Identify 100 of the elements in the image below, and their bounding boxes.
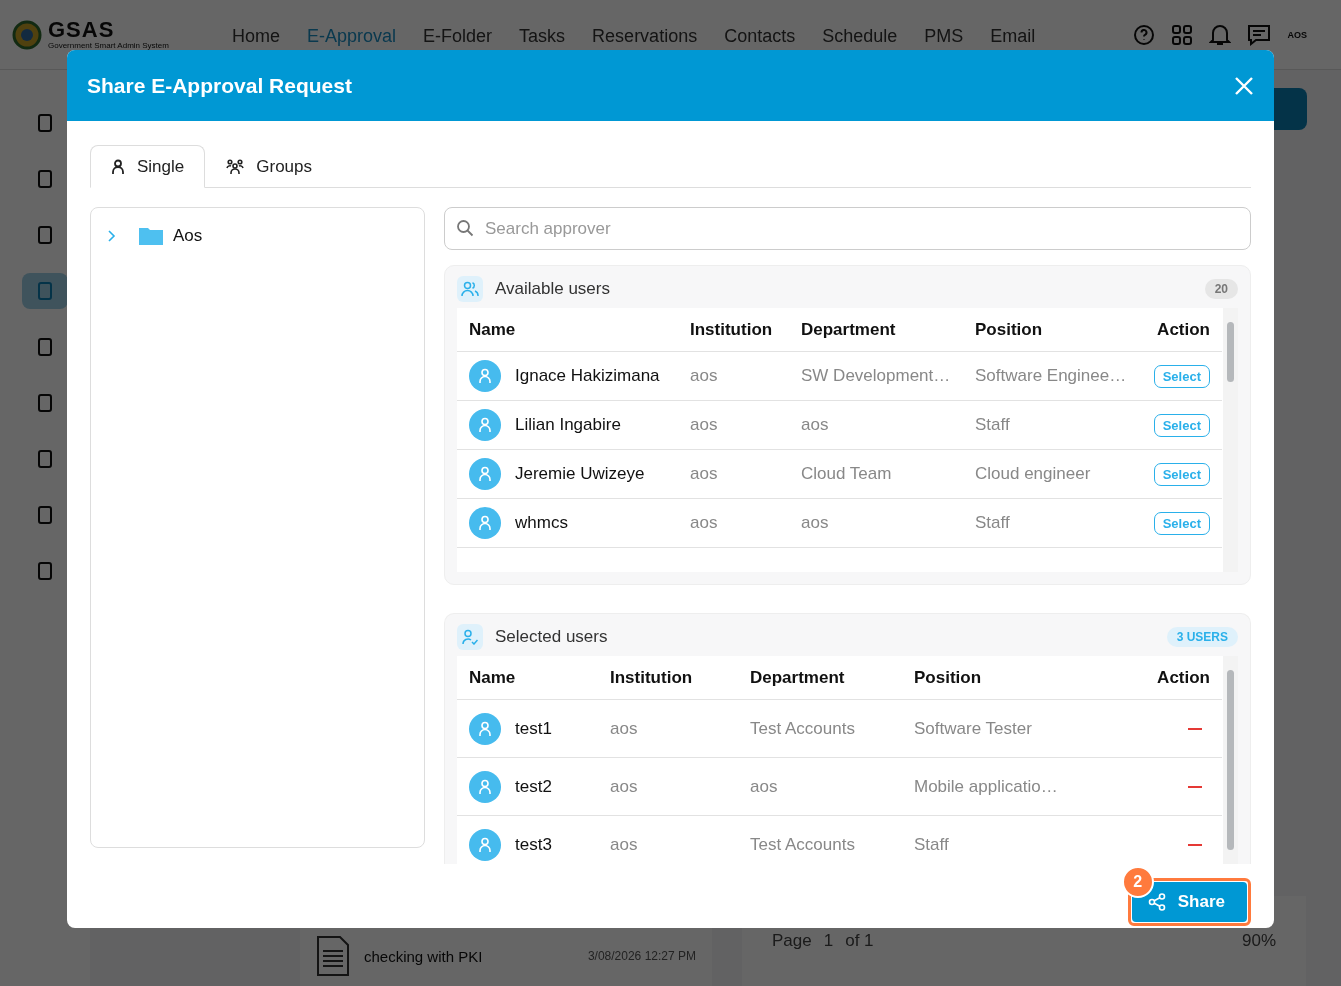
avatar-icon	[469, 712, 501, 745]
document-icon	[35, 449, 55, 469]
table-cell: Mobile applicatio…	[902, 757, 1136, 816]
avatar-icon	[469, 360, 501, 392]
column-header: Name	[457, 656, 598, 700]
emblem-icon	[12, 19, 42, 50]
share-icon	[1147, 893, 1166, 911]
nav-link[interactable]: Home	[232, 26, 280, 47]
pager-total: of 1	[845, 931, 874, 951]
document-icon	[35, 505, 55, 525]
table-cell: aos	[738, 757, 902, 816]
nav-link[interactable]: Email	[990, 26, 1036, 47]
pager-label: Page	[772, 931, 812, 951]
document-icon	[316, 935, 350, 977]
document-icon	[35, 169, 55, 189]
users-icon	[461, 281, 479, 297]
document-icon	[35, 113, 55, 133]
nav-link[interactable]: Schedule	[822, 26, 898, 47]
bell-icon[interactable]	[1209, 22, 1232, 47]
avatar-icon	[469, 507, 501, 539]
logo-subtitle: Government Smart Admin System	[48, 41, 169, 50]
user-check-icon	[462, 629, 478, 645]
person-icon	[111, 158, 125, 175]
tab[interactable]: Single	[90, 145, 206, 188]
scrollbar[interactable]	[1223, 656, 1238, 864]
table-cell: Staff	[963, 498, 1140, 548]
document-date: 3/08/2026 12:27 PM	[587, 949, 696, 963]
document-title: checking with PKI	[364, 947, 483, 965]
help-icon[interactable]	[1133, 23, 1156, 46]
table-cell: aos	[678, 498, 789, 548]
close-icon[interactable]	[1234, 75, 1254, 96]
column-header: Action	[1136, 656, 1222, 700]
document-icon	[35, 393, 55, 413]
search-field[interactable]: Search approver	[444, 207, 1251, 250]
table-cell: Software Enginee…	[963, 351, 1140, 401]
scrollbar[interactable]	[1223, 308, 1238, 572]
column-header: Name	[457, 308, 678, 352]
column-header: Position	[963, 308, 1140, 352]
tree-item[interactable]: Aos	[107, 226, 408, 246]
document-icon	[35, 225, 55, 245]
avatar-icon	[469, 828, 501, 861]
table-cell: Test Accounts	[738, 699, 902, 758]
column-header: Department	[789, 308, 963, 352]
avatar-icon	[469, 409, 501, 441]
table-cell: aos	[678, 449, 789, 499]
nav-link[interactable]: E-Approval	[307, 26, 397, 47]
table-cell: Cloud engineer	[963, 449, 1140, 499]
user-name: whmcs	[515, 513, 568, 533]
grid-icon[interactable]	[1171, 23, 1194, 46]
table-cell: aos	[678, 400, 789, 450]
user-name: test2	[515, 776, 552, 797]
sidebar-item[interactable]	[22, 273, 68, 309]
people-icon	[226, 158, 245, 175]
column-header: Institution	[598, 656, 738, 700]
tab[interactable]: Groups	[205, 145, 333, 188]
table-cell: aos	[598, 757, 738, 816]
table-cell: Staff	[963, 400, 1140, 450]
nav-link[interactable]: Tasks	[519, 26, 566, 47]
user-name: test1	[515, 718, 552, 739]
table-cell: aos	[598, 699, 738, 758]
column-header: Action	[1140, 308, 1222, 352]
message-icon[interactable]	[1247, 23, 1272, 46]
column-header: Department	[738, 656, 902, 700]
table-cell: aos	[789, 498, 963, 548]
user-name: Ignace Hakizimana	[515, 366, 660, 386]
count-badge: 20	[1204, 279, 1238, 299]
table-cell: Software Tester	[902, 699, 1136, 758]
panel-title: Available users	[495, 279, 610, 299]
table-cell: aos	[678, 351, 789, 401]
select-button[interactable]: Select	[1153, 413, 1210, 437]
zoom-select[interactable]: 90%	[1241, 931, 1276, 951]
table-cell: SW Development…	[789, 351, 963, 401]
table-cell: aos	[598, 815, 738, 864]
document-card[interactable]: checking with PKI 3/08/2026 12:27 PM	[300, 926, 712, 986]
folder-icon	[139, 227, 163, 245]
user-badge[interactable]: AOS	[1287, 29, 1307, 40]
document-icon	[35, 561, 55, 581]
page-field[interactable]: 1	[823, 931, 834, 951]
nav-link[interactable]: PMS	[924, 26, 964, 47]
nav-link[interactable]: Contacts	[724, 26, 796, 47]
select-button[interactable]: Select	[1153, 511, 1210, 535]
document-icon	[35, 281, 55, 301]
panel-title: Selected users	[495, 627, 608, 647]
user-name: Lilian Ingabire	[515, 415, 621, 435]
count-badge: 3 USERS	[1166, 627, 1238, 647]
logo-title: GSAS	[48, 19, 116, 41]
document-icon	[35, 337, 55, 357]
column-header: Institution	[678, 308, 789, 352]
select-button[interactable]: Select	[1153, 364, 1210, 388]
avatar-icon	[469, 458, 501, 490]
nav-link[interactable]: E-Folder	[423, 26, 493, 47]
step-badge: 2	[1121, 866, 1154, 898]
user-name: test3	[515, 834, 552, 855]
table-cell: Test Accounts	[738, 815, 902, 864]
chevron-icon[interactable]	[107, 229, 117, 243]
user-name: Jeremie Uwizeye	[515, 464, 645, 484]
nav-link[interactable]: Reservations	[592, 26, 698, 47]
dialog-title: Share E-Approval Request	[87, 73, 352, 98]
column-header: Position	[902, 656, 1136, 700]
select-button[interactable]: Select	[1153, 462, 1210, 486]
